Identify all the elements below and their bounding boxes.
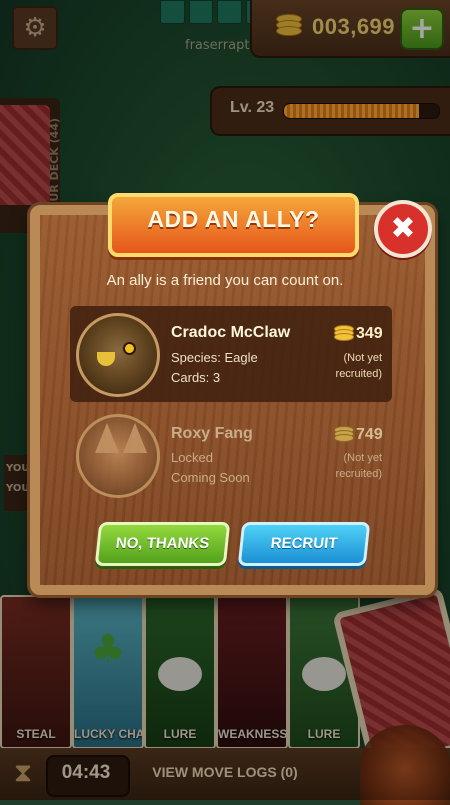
ally-status-line2: recruited) <box>335 368 382 380</box>
coin-icon <box>334 325 354 341</box>
no-thanks-button[interactable]: NO, THANKS <box>94 522 231 566</box>
ally-species: Species: Eagle <box>171 350 258 365</box>
close-icon[interactable]: ✖ <box>374 200 432 258</box>
ally-name: Cradoc McClaw <box>171 324 291 341</box>
ally-name: Roxy Fang <box>171 425 253 442</box>
ally-price: 749 <box>356 426 383 443</box>
ally-status: (Not yet recruited) <box>322 450 382 482</box>
ally-price: 349 <box>356 325 383 342</box>
dialog-subtitle: An ally is a friend you can count on. <box>106 272 344 289</box>
ally-availability: Coming Soon <box>171 470 250 485</box>
ally-status-line1: (Not yet <box>343 452 382 464</box>
ally-status-line1: (Not yet <box>343 352 382 364</box>
eagle-icon <box>76 313 160 397</box>
coin-icon <box>334 426 354 442</box>
ally-status: (Not yet recruited) <box>322 350 382 382</box>
recruit-button[interactable]: RECRUIT <box>237 522 371 566</box>
ally-lock-state: Locked <box>171 450 213 465</box>
dialog-title: ADD AN ALLY? <box>147 206 320 232</box>
ally-status-line2: recruited) <box>335 468 382 480</box>
fox-icon <box>76 414 160 498</box>
ally-cards: Cards: 3 <box>171 370 221 385</box>
